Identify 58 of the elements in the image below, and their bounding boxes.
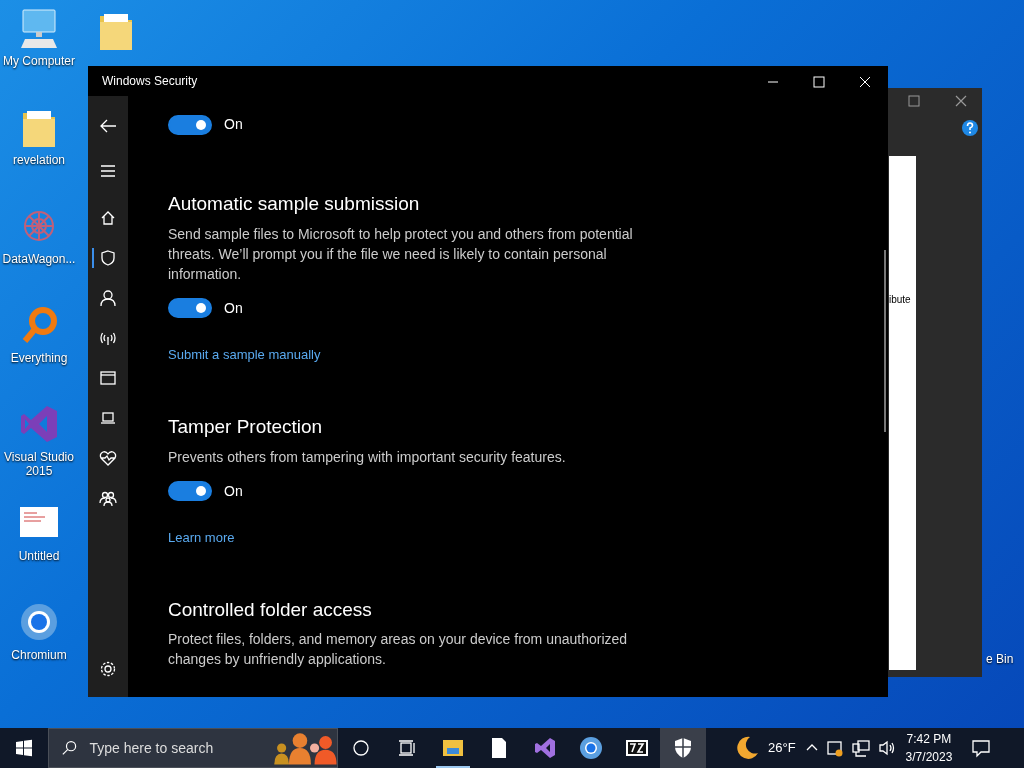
temperature[interactable]: 26°F (768, 738, 796, 758)
speech-bubble-icon (971, 738, 992, 758)
network-icon[interactable] (851, 739, 870, 757)
back-arrow-icon (99, 117, 117, 135)
search-icon (61, 739, 78, 757)
tray-app-icon[interactable] (825, 739, 844, 757)
icon-label[interactable]: Chromium (11, 648, 67, 662)
speaker-icon[interactable] (877, 739, 896, 757)
section-description: Protect files, folders, and memory areas on your device from unauthorized changes by unfriendly applications. (168, 630, 629, 670)
people-icon (99, 489, 117, 507)
section-title: Tamper Protection (168, 415, 324, 439)
browser-app-icon (579, 736, 603, 760)
clock-date: 3/7/2023 (905, 749, 953, 766)
search-field[interactable]: Type here to search (48, 728, 338, 768)
scrollbar[interactable] (884, 250, 886, 432)
heart-icon (99, 449, 117, 467)
icon-label[interactable]: e Bin (986, 652, 1014, 666)
icon-label[interactable]: Everything (10, 351, 68, 365)
section-description: Send sample files to Microsoft to help protect you and others from potential threats. We’ll prompt you if the file we need is likely to contain personal information. (168, 224, 634, 284)
shield-icon (99, 249, 117, 267)
ribbon-app-icon (533, 736, 557, 760)
maximize-icon (813, 75, 825, 88)
icon-label[interactable]: My Computer (3, 54, 75, 68)
link[interactable]: Learn more (168, 527, 235, 548)
moon-icon (734, 735, 760, 761)
link[interactable]: Submit a sample manually (168, 344, 321, 365)
section-title: Controlled folder access (168, 598, 373, 622)
toggle-switch[interactable] (168, 114, 212, 135)
close-icon (859, 75, 871, 88)
settings-icon (99, 660, 117, 678)
clock-time: 7:42 PM (905, 731, 953, 748)
section-title: Automatic sample submission (168, 193, 421, 216)
task-view-icon (398, 739, 416, 757)
section-description: Prevents others from tampering with important security features. (168, 447, 567, 467)
icon-label[interactable]: DataWagon... (2, 252, 76, 266)
home-icon (99, 209, 117, 227)
menu-icon (99, 162, 117, 180)
toggle-switch[interactable] (168, 298, 212, 319)
windows-logo-icon (15, 739, 33, 757)
icon-label[interactable]: Untitled (18, 549, 60, 563)
column-header: ibute (889, 293, 911, 307)
maximize-icon[interactable] (908, 95, 920, 107)
shield-app-button[interactable] (660, 728, 706, 768)
toggle-label: On (224, 298, 243, 318)
person-icon (99, 289, 117, 307)
icon-label[interactable]: Visual Studio 2015 (0, 450, 78, 478)
computer-icon[interactable] (19, 8, 59, 50)
laptop-icon (99, 409, 117, 427)
search-input[interactable]: Type here to search (87, 736, 258, 760)
toggle-label: On (224, 481, 243, 501)
toggle-switch[interactable] (168, 481, 212, 502)
circle-icon (352, 739, 370, 757)
help-icon[interactable] (961, 119, 979, 137)
icon-label[interactable]: revelation (13, 153, 65, 167)
toggle-label: On (224, 115, 243, 134)
browser-window-icon (99, 369, 117, 387)
window-title: Windows Security (102, 73, 198, 90)
close-icon[interactable] (954, 94, 968, 108)
